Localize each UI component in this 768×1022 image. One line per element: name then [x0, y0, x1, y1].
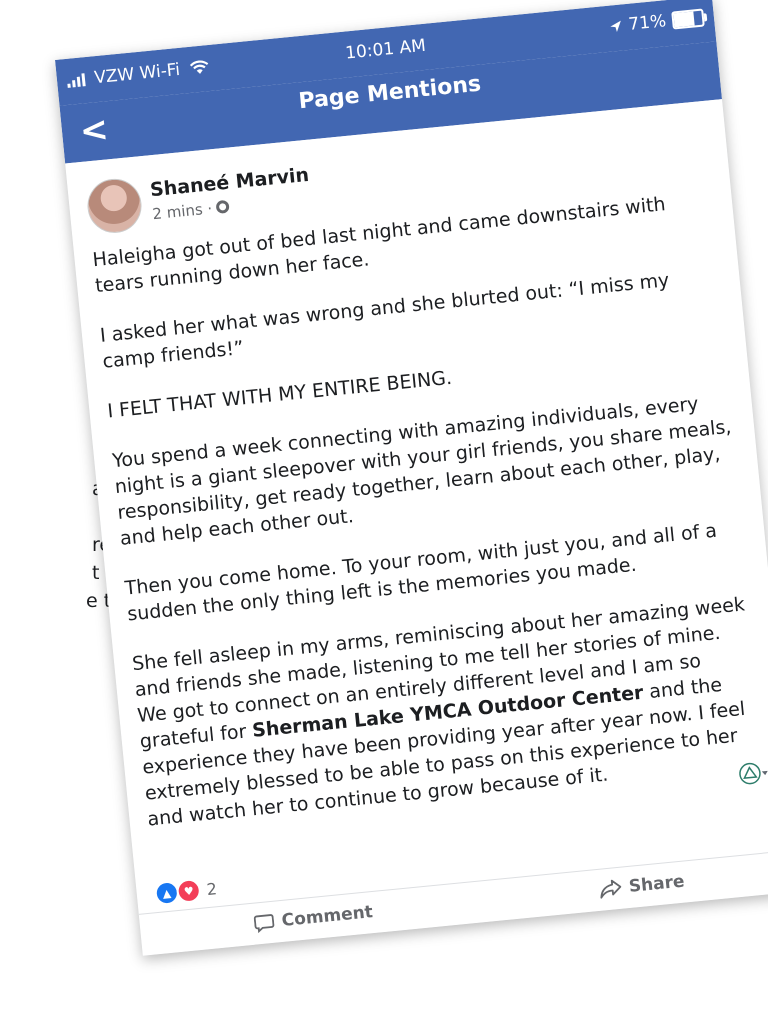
post-card: Shaneé Marvin 2 mins · Haleigha got out … [65, 99, 768, 956]
comment-icon [253, 914, 275, 934]
page-selector-icon[interactable] [737, 758, 768, 791]
comment-button[interactable]: Comment [253, 902, 374, 934]
battery-icon [671, 8, 705, 30]
post-paragraph-final: She fell asleep in my arms, reminiscing … [131, 591, 768, 833]
share-button[interactable]: Share [598, 872, 685, 900]
background-fragment: t [92, 562, 100, 584]
share-icon [599, 879, 621, 899]
post-text: Haleigha got out of bed last night and c… [91, 187, 768, 857]
post-timestamp[interactable]: 2 mins · [152, 199, 213, 223]
globe-icon [215, 199, 230, 214]
reactions-summary[interactable]: ▲ ♥ 2 [153, 876, 218, 907]
post-actions: Comment Share [138, 849, 768, 955]
battery-percent: 71% [627, 11, 668, 35]
author-name[interactable]: Shaneé Marvin [149, 164, 310, 201]
reaction-count: 2 [205, 878, 218, 899]
avatar[interactable] [85, 176, 145, 236]
phone-screenshot: VZW Wi-Fi 10:01 AM 71% < Page Mentions S… [55, 0, 768, 956]
comment-label: Comment [280, 902, 374, 931]
post-meta: 2 mins · [152, 198, 230, 223]
love-reaction-icon: ♥ [175, 877, 202, 905]
location-arrow-icon [610, 20, 622, 32]
battery-level-fill [673, 11, 695, 28]
share-label: Share [627, 871, 686, 897]
